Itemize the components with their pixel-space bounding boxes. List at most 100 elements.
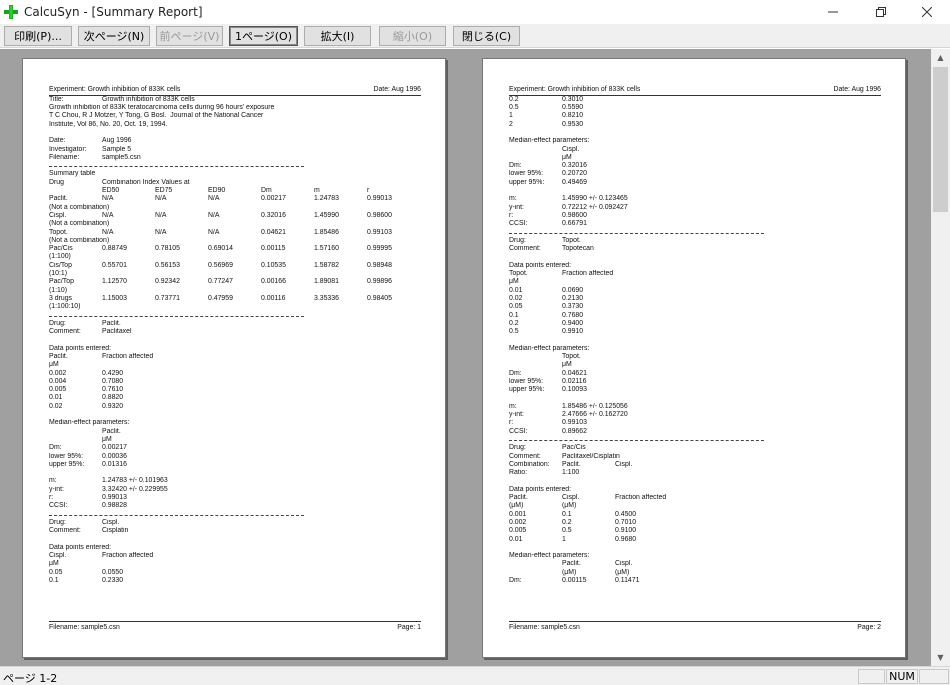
report-cell: CCSI: (509, 220, 528, 228)
report-cell: Pac/Top (49, 278, 74, 286)
print-button[interactable]: 印刷(P)... (4, 26, 72, 46)
report-cell: 0.9320 (102, 402, 124, 410)
report-line: Comment: Paclitaxel (49, 328, 421, 336)
report-cell: 0.1 (562, 510, 572, 518)
close-button[interactable] (904, 0, 950, 24)
report-line (49, 469, 421, 477)
report-cell: 0.69014 (208, 245, 233, 253)
report-cell: 0.4500 (615, 510, 637, 518)
report-text: T C Chou, R J Motzer, Y Tong, G Bosl. Jo… (49, 112, 264, 120)
report-cell: y-int: (509, 411, 524, 419)
report-cell: sample5.csn (102, 153, 141, 161)
report-cell: 0.99103 (562, 419, 587, 427)
report-cell: N/A (208, 195, 220, 203)
report-cell: 1.24783 (314, 195, 339, 203)
page-footer: Filename: sample5.csn Page: 2 (509, 621, 881, 631)
report-line: 0.1 0.2330 (49, 577, 421, 585)
report-text: (Not a combination) (49, 220, 110, 228)
section-divider (509, 436, 881, 444)
scroll-up-icon[interactable]: ▲ (931, 49, 950, 66)
report-cell: 0.2130 (562, 294, 584, 302)
report-cell: Paclit. (49, 353, 68, 360)
status-bar: ページ 1-2 NUM (0, 666, 950, 685)
report-cell: 3 drugs (49, 294, 72, 302)
report-cell: 0.02 (49, 402, 63, 410)
report-cell: 0.0550 (102, 568, 124, 576)
report-line: 0.01 1 0.9680 (509, 536, 881, 544)
report-cell: 1.12570 (102, 278, 127, 286)
report-cell: Investigator: (49, 145, 87, 153)
report-line: CCSI: 0.89662 (509, 428, 881, 436)
report-cell: m: (509, 195, 517, 203)
report-text: Summary table (49, 170, 96, 178)
close-icon (922, 7, 932, 17)
vertical-scrollbar[interactable]: ▲ ▼ (931, 49, 950, 666)
report-line: Title: Growth inhibition of 833K cells (49, 96, 421, 104)
report-cell: 0.00217 (102, 444, 127, 452)
report-line: r: 0.98600 (509, 212, 881, 220)
report-line: T C Chou, R J Motzer, Y Tong, G Bosl. Jo… (49, 112, 421, 120)
report-line: Pac/Top 1.12570 0.92342 0.77247 0.00166 1.890… (49, 278, 421, 286)
report-cell: Ratio: (509, 469, 528, 477)
report-cell: N/A (102, 228, 114, 236)
previous-page-button[interactable]: 前ページ(V) (156, 26, 223, 46)
report-line: m: 1.85486 +/- 0.125056 (509, 403, 881, 411)
next-page-button[interactable]: 次ページ(N) (78, 26, 150, 46)
report-line: m: 1.24783 +/- 0.101963 (49, 477, 421, 485)
report-cell: lower 95%: (509, 377, 544, 385)
report-cell: 0.99103 (367, 228, 392, 236)
report-cell: 0.05 (509, 303, 523, 311)
page-footer-filename: Filename: sample5.csn (509, 624, 580, 631)
report-page-2: Experiment: Growth inhibition of 833K ce… (482, 58, 906, 658)
report-cell: 0.5590 (562, 104, 584, 112)
scroll-thumb[interactable] (933, 67, 948, 212)
report-cell: 2.47666 +/- 0.162720 (562, 411, 628, 419)
report-cell: Cispl. (562, 494, 580, 502)
report-line: μM (509, 361, 881, 369)
report-line: Investigator: Sample 5 (49, 146, 421, 154)
restore-button[interactable] (858, 0, 904, 24)
zoom-out-button[interactable]: 縮小(O) (379, 26, 446, 46)
scroll-down-icon[interactable]: ▼ (931, 649, 950, 666)
preview-area: Experiment: Growth inhibition of 833K ce… (0, 49, 931, 666)
report-cell: Title: (49, 95, 64, 103)
report-cell: 0.10093 (562, 386, 587, 394)
report-line: (μM) (μM) (509, 569, 881, 577)
report-line: Data points entered: (509, 262, 881, 270)
report-line: Comment: Cisplatin (49, 527, 421, 535)
report-cell: N/A (208, 228, 220, 236)
report-line: (10:1) (49, 270, 421, 278)
report-cell: 0.99013 (102, 494, 127, 502)
page-footer-number: Page: 2 (857, 624, 881, 631)
report-cell: Topot. (562, 353, 581, 360)
zoom-in-button[interactable]: 拡大(I) (304, 26, 371, 46)
report-cell: Drug (49, 178, 64, 186)
report-line: 1 0.8210 (509, 112, 881, 120)
report-line: (1:100:10) (49, 303, 421, 311)
report-line: 0.05 0.0550 (49, 569, 421, 577)
one-page-button[interactable]: 1ページ(O) (229, 26, 298, 46)
report-line: Topot. (509, 353, 881, 361)
report-cell: Drug: (509, 444, 526, 452)
report-line: Median-effect parameters: (509, 345, 881, 353)
report-cell: Cispl. (49, 211, 67, 219)
page-footer: Filename: sample5.csn Page: 1 (49, 621, 421, 631)
report-cell: 0.32016 (562, 162, 587, 170)
report-line: 0.005 0.5 0.9100 (509, 527, 881, 535)
report-cell: 0.98828 (102, 502, 127, 510)
report-cell: 0.00115 (562, 577, 587, 585)
report-cell: 0.0690 (562, 286, 584, 294)
minimize-button[interactable] (810, 0, 856, 24)
report-line: Date: Aug 1996 (49, 137, 421, 145)
report-cell: 0.99995 (367, 245, 392, 253)
report-cell: 1 (509, 112, 513, 120)
report-cell: Drug: (509, 236, 526, 244)
report-text: Median-effect parameters: (509, 344, 590, 352)
close-preview-button[interactable]: 閉じる(C) (453, 26, 520, 46)
report-cell: 0.98405 (367, 294, 392, 302)
report-cell: 0.8210 (562, 112, 584, 120)
report-cell: 0.005 (509, 527, 527, 535)
report-line: Data points entered: (49, 345, 421, 353)
report-cell: 0.9910 (562, 328, 584, 336)
report-cell: Dm: (509, 369, 522, 377)
